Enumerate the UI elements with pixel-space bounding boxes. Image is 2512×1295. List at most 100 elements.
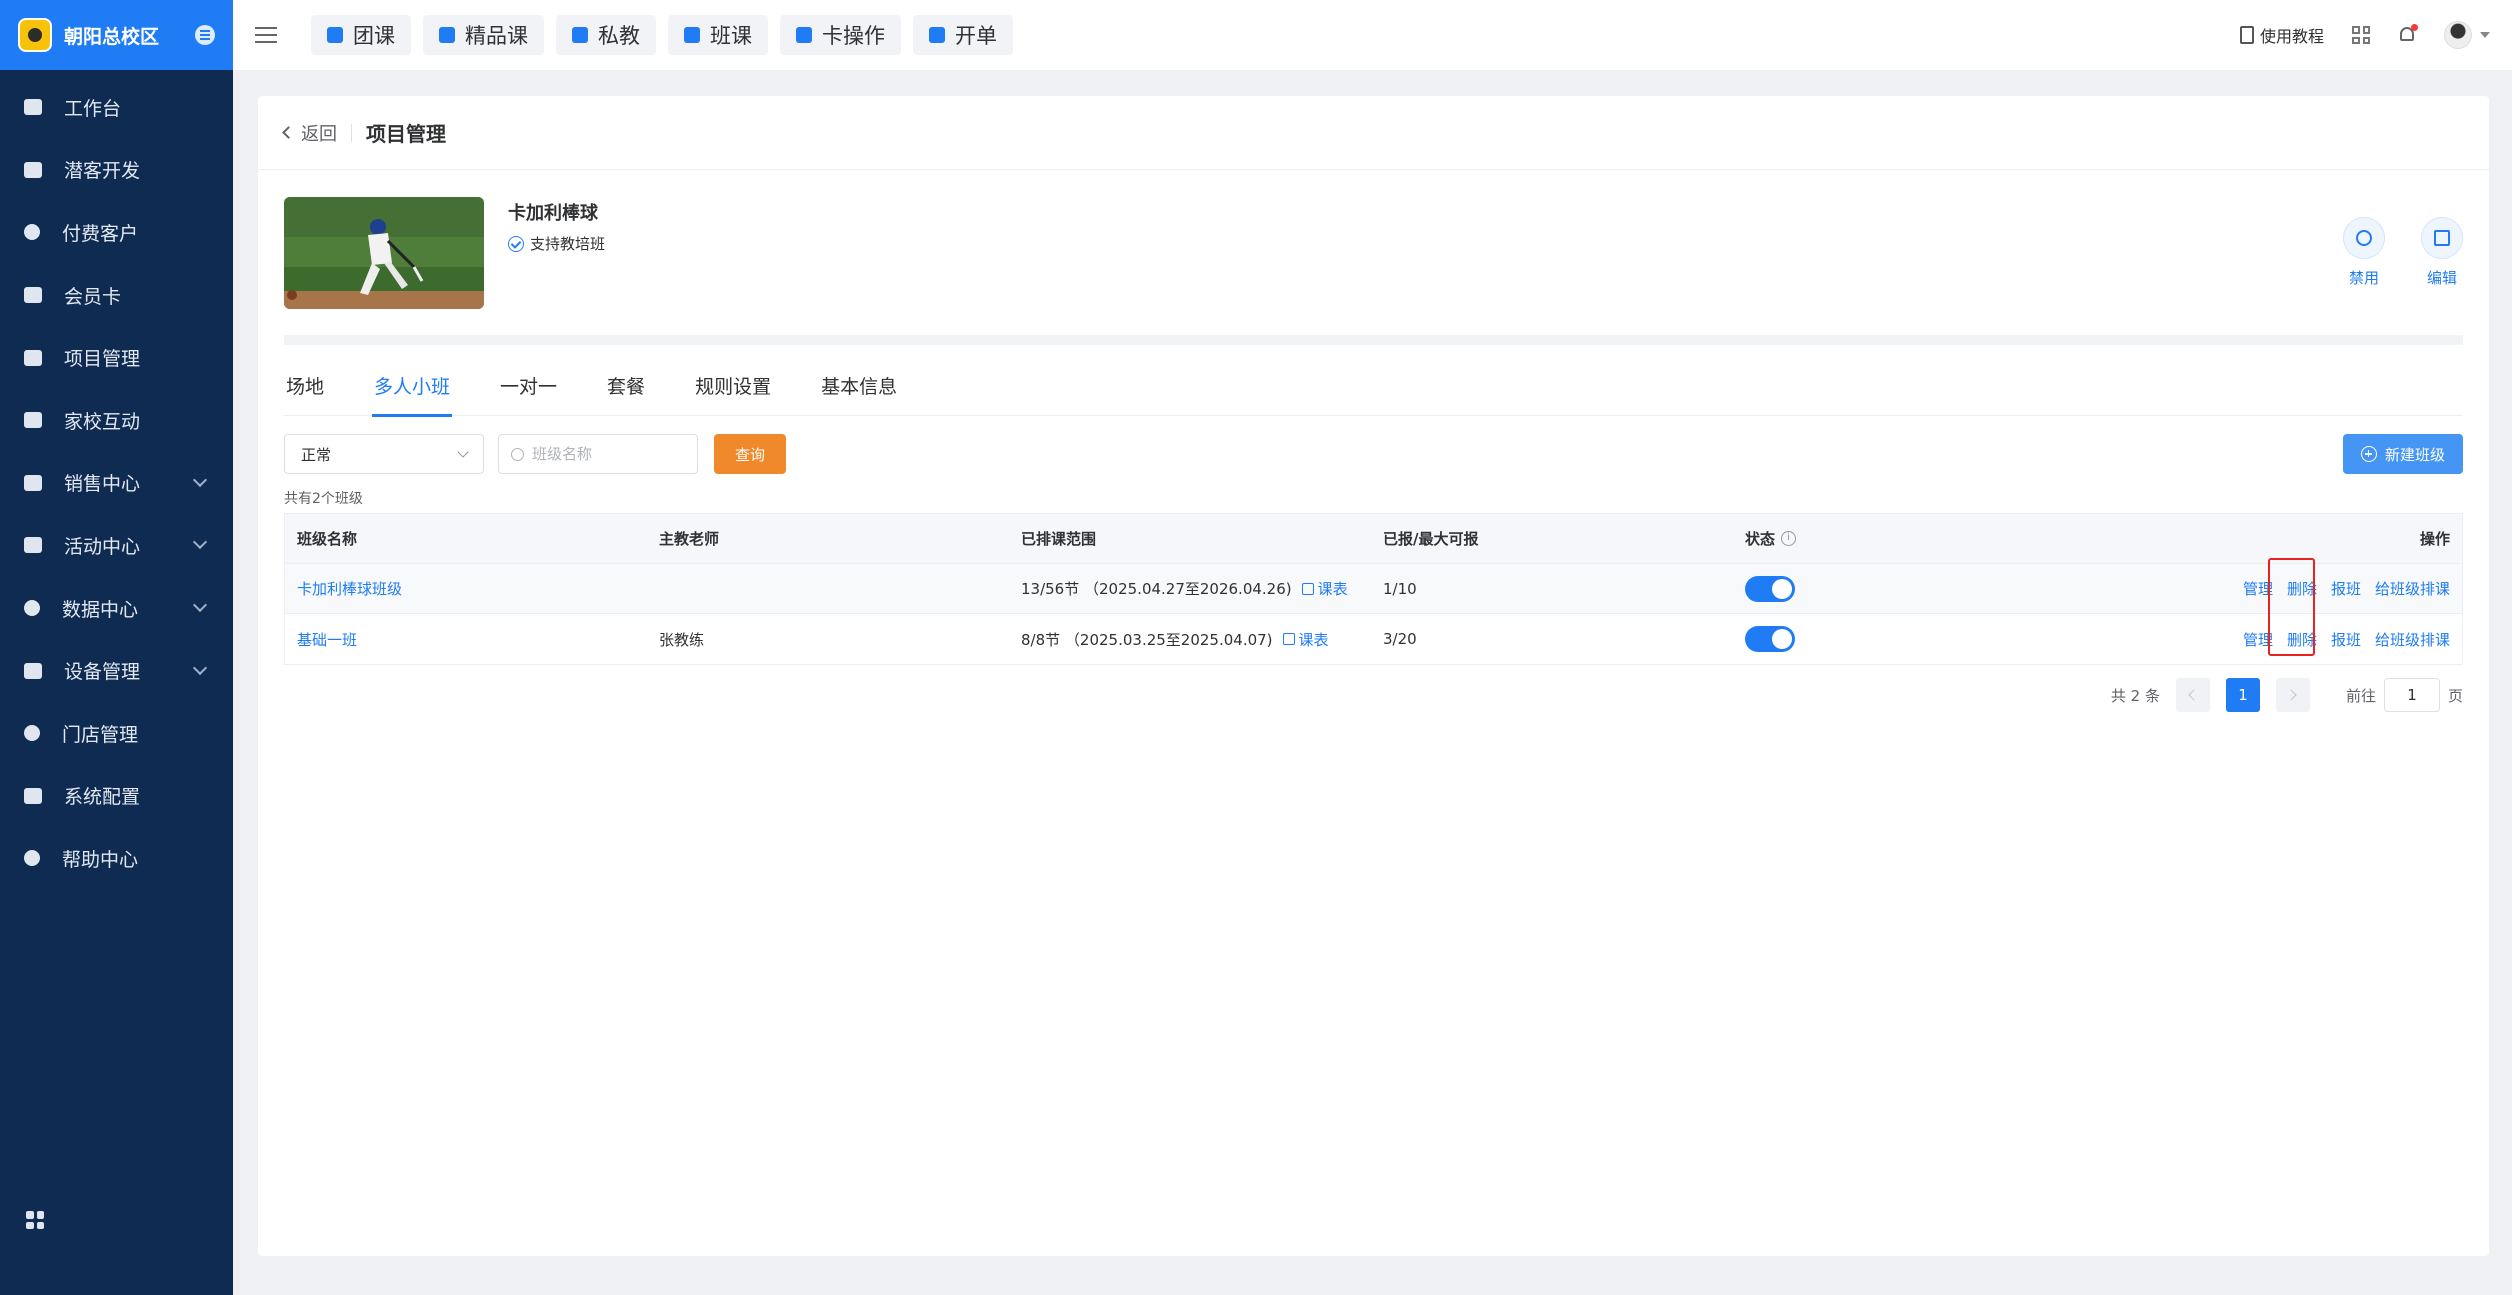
- contact-book-icon: [24, 412, 42, 429]
- edit-icon: [2421, 217, 2463, 259]
- info-icon[interactable]: i: [1781, 531, 1797, 546]
- sidebar-item-devices[interactable]: 设备管理: [0, 639, 233, 702]
- sidebar-item-label: 潜客开发: [64, 160, 141, 183]
- delete-link[interactable]: 删除: [2287, 629, 2317, 650]
- sidebar-item-data[interactable]: 数据中心: [0, 577, 233, 640]
- user-menu[interactable]: [2444, 21, 2490, 49]
- menu-toggle-icon[interactable]: [255, 27, 277, 43]
- col-ops: 操作: [2419, 530, 2450, 548]
- sidebar-item-help[interactable]: 帮助中心: [0, 827, 233, 890]
- query-button[interactable]: 查询: [714, 434, 786, 474]
- schedule-link[interactable]: 课表: [1282, 629, 1329, 650]
- quick-private-coach-button[interactable]: 私教: [556, 15, 656, 55]
- class-search: [498, 434, 698, 474]
- quick-label: 开单: [955, 24, 997, 48]
- tag-icon: [24, 474, 42, 491]
- tab-one-on-one[interactable]: 一对一: [498, 364, 559, 416]
- status-toggle[interactable]: [1745, 575, 1795, 602]
- class-name-input[interactable]: [532, 445, 682, 463]
- goto-page-input[interactable]: [2383, 678, 2440, 712]
- tab-package[interactable]: 套餐: [605, 364, 647, 416]
- campus-switch-icon[interactable]: [195, 25, 215, 45]
- sidebar-item-projects[interactable]: 项目管理: [0, 326, 233, 389]
- sidebar-item-leads[interactable]: 潜客开发: [0, 139, 233, 202]
- enrolled-cell: 1/10: [1383, 579, 1417, 598]
- sidebar-item-activities[interactable]: 活动中心: [0, 514, 233, 577]
- enroll-link[interactable]: 报班: [2331, 629, 2361, 650]
- class-name-link[interactable]: 卡加利棒球班级: [285, 578, 647, 599]
- disable-button[interactable]: 禁用: [2343, 217, 2385, 288]
- calendar-icon: [1282, 633, 1295, 645]
- new-class-button[interactable]: 新建班级: [2342, 434, 2463, 474]
- quick-label: 卡操作: [822, 24, 885, 48]
- project-summary: 卡加利棒球 支持教培班 禁用 编辑: [284, 197, 2463, 317]
- brand-bar: 朝阳总校区: [0, 0, 233, 70]
- edit-button[interactable]: 编辑: [2421, 217, 2463, 288]
- tab-venue[interactable]: 场地: [284, 364, 326, 416]
- manage-link[interactable]: 管理: [2243, 578, 2273, 599]
- prev-page-button[interactable]: [2175, 678, 2210, 712]
- teacher-cell: 张教练: [659, 630, 705, 649]
- project-name: 卡加利棒球: [508, 203, 598, 224]
- col-name: 班级名称: [297, 530, 358, 548]
- sidebar-item-stores[interactable]: 门店管理: [0, 702, 233, 765]
- enroll-link[interactable]: 报班: [2331, 578, 2361, 599]
- schedule-link[interactable]: 课表: [1301, 578, 1348, 599]
- quick-label: 精品课: [465, 24, 528, 48]
- book-icon: [327, 27, 343, 43]
- quick-label: 私教: [598, 24, 640, 48]
- delete-link[interactable]: 删除: [2287, 578, 2317, 599]
- page-button[interactable]: 1: [2225, 678, 2260, 712]
- back-button[interactable]: 返回: [282, 120, 337, 146]
- brand-name: 朝阳总校区: [64, 25, 160, 48]
- sidebar-item-label: 工作台: [64, 97, 122, 120]
- quick-group-class-button[interactable]: 团课: [311, 15, 411, 55]
- sidebar-item-workbench[interactable]: 工作台: [0, 76, 233, 139]
- back-label: 返回: [301, 123, 337, 145]
- sidebar-item-home-school[interactable]: 家校互动: [0, 389, 233, 452]
- range-cell: 13/56节 （2025.04.27至2026.04.26) 课表: [1009, 578, 1371, 599]
- sidebar-item-sales[interactable]: 销售中心: [0, 452, 233, 515]
- sidebar-item-label: 门店管理: [62, 723, 139, 746]
- qrcode-icon[interactable]: [2352, 26, 2370, 44]
- page-title: 项目管理: [366, 122, 446, 146]
- schedule-label: 课表: [1298, 630, 1329, 649]
- table-row: 基础一班 张教练 8/8节 （2025.03.25至2025.04.07) 课表 …: [285, 614, 2462, 664]
- quick-label: 班课: [710, 24, 752, 48]
- workbench-icon: [24, 99, 42, 116]
- arrange-link[interactable]: 给班级排课: [2375, 578, 2450, 599]
- range-text: 13/56节 （2025.04.27至2026.04.26): [1021, 580, 1292, 598]
- ban-icon: [2343, 217, 2385, 259]
- sidebar-item-customers[interactable]: 付费客户: [0, 201, 233, 264]
- quick-label: 团课: [353, 24, 395, 48]
- topbar: 团课 精品课 私教 班课 卡操作 开单 使用教程: [233, 0, 2512, 70]
- manage-link[interactable]: 管理: [2243, 629, 2273, 650]
- page-unit-label: 页: [2447, 686, 2463, 705]
- avatar: [2444, 21, 2472, 49]
- sidebar-item-settings[interactable]: 系统配置: [0, 765, 233, 828]
- arrange-link[interactable]: 给班级排课: [2375, 629, 2450, 650]
- next-page-button[interactable]: [2275, 678, 2310, 712]
- tab-group-class[interactable]: 多人小班: [372, 364, 453, 417]
- filter-bar: 正常 查询 新建班级: [284, 434, 2463, 474]
- quick-class-course-button[interactable]: 班课: [668, 15, 768, 55]
- tutorial-label: 使用教程: [2259, 27, 2324, 46]
- quick-order-button[interactable]: 开单: [913, 15, 1013, 55]
- caret-down-icon: [2480, 32, 2490, 38]
- schedule-label: 课表: [1317, 580, 1348, 598]
- tab-basic-info[interactable]: 基本信息: [819, 364, 899, 416]
- status-toggle[interactable]: [1745, 626, 1795, 652]
- bell-icon[interactable]: [2398, 24, 2418, 45]
- ops-cell: 管理 删除 报班 给班级排课: [1933, 578, 2462, 599]
- tutorial-link[interactable]: 使用教程: [2239, 23, 2324, 47]
- sidebar-item-membership[interactable]: 会员卡: [0, 264, 233, 327]
- class-name-link[interactable]: 基础一班: [285, 629, 647, 650]
- quick-premium-class-button[interactable]: 精品课: [423, 15, 544, 55]
- apps-grid-icon[interactable]: [26, 1211, 44, 1229]
- status-select[interactable]: 正常: [284, 434, 484, 474]
- quick-card-ops-button[interactable]: 卡操作: [780, 15, 901, 55]
- project-tag-label: 支持教培班: [530, 235, 606, 253]
- total-count: 共 2 条: [2110, 686, 2160, 705]
- card-icon: [24, 287, 42, 304]
- tab-rules[interactable]: 规则设置: [693, 364, 773, 416]
